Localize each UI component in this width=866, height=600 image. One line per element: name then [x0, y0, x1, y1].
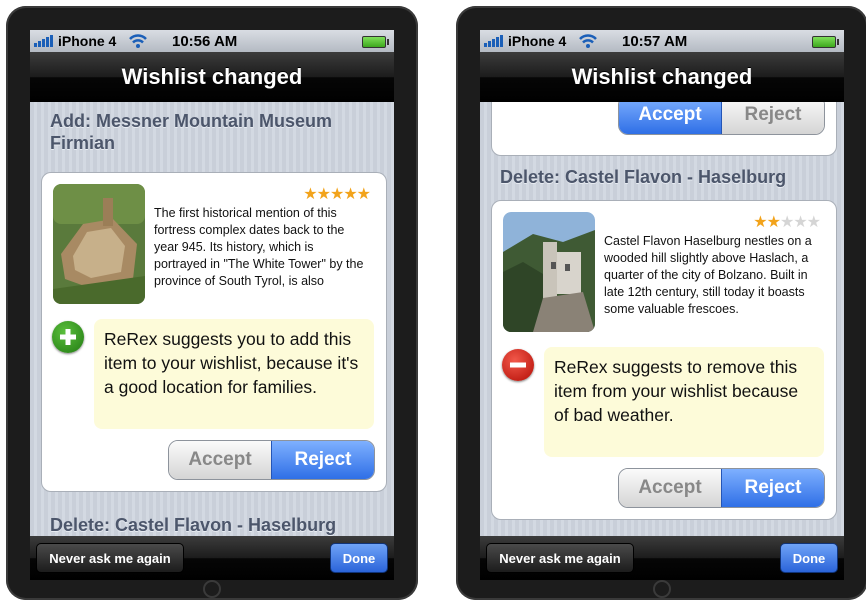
reject-button[interactable]: Reject	[721, 469, 824, 507]
wifi-icon	[578, 33, 598, 49]
star-icon: ★	[343, 186, 357, 203]
done-button[interactable]: Done	[330, 543, 388, 573]
item-description: The first historical mention of this for…	[154, 206, 364, 288]
iphone-device-right: iPhone 4 10:57 AM Wishlist changed Accep…	[456, 6, 866, 600]
accept-reject-control: Accept Reject	[618, 468, 825, 508]
suggestion-text: ReRex suggests to remove this item from …	[544, 347, 824, 457]
star-icon: ★	[779, 214, 794, 231]
star-icon: ★	[356, 186, 371, 203]
done-button[interactable]: Done	[780, 543, 838, 573]
accept-reject-control: Accept Reject	[168, 440, 375, 480]
castle-photo	[503, 212, 595, 332]
wifi-icon	[128, 33, 148, 49]
status-time: 10:57 AM	[622, 33, 688, 50]
iphone-device-left: iPhone 4 10:56 AM Wishlist changed Add: …	[6, 6, 418, 600]
star-icon: ★	[329, 186, 344, 203]
museum-photo	[53, 184, 145, 304]
add-icon	[52, 321, 84, 353]
navigation-bar: Wishlist changed	[480, 52, 844, 102]
never-ask-again-button[interactable]: Never ask me again	[36, 543, 184, 573]
star-icon: ★	[753, 214, 767, 231]
section-header-add: Add: Messner Mountain Museum Firmian	[50, 111, 333, 153]
signal-strength-icon	[484, 35, 504, 47]
phone-screen: iPhone 4 10:57 AM Wishlist changed Accep…	[480, 30, 844, 580]
never-ask-again-button[interactable]: Never ask me again	[486, 543, 634, 573]
item-card-delete: ★★★★★ Castel Flavon Haselburg nestles on…	[491, 200, 837, 520]
accept-button[interactable]: Accept	[619, 102, 722, 134]
nav-title: Wishlist changed	[571, 64, 753, 89]
star-icon: ★	[766, 214, 781, 231]
item-card-add: ★★★★★ The first historical mention of th…	[41, 172, 387, 492]
rating-stars: ★★★★★	[303, 186, 371, 203]
section-header-delete: Delete: Castel Flavon - Haselburg	[500, 167, 787, 187]
wishlist-content[interactable]: Accept Reject Delete: Castel Flavon - Ha…	[480, 102, 844, 536]
star-icon: ★	[316, 186, 331, 203]
status-bar: iPhone 4 10:57 AM	[480, 30, 844, 52]
bottom-toolbar: Never ask me again Done	[480, 536, 844, 580]
home-button[interactable]	[653, 580, 671, 598]
battery-icon	[362, 36, 389, 48]
signal-strength-icon	[34, 35, 54, 47]
bottom-toolbar: Never ask me again Done	[30, 536, 394, 580]
nav-title: Wishlist changed	[121, 64, 303, 89]
status-bar: iPhone 4 10:56 AM	[30, 30, 394, 52]
accept-button[interactable]: Accept	[169, 441, 271, 479]
rating-stars: ★★★★★	[753, 214, 821, 231]
navigation-bar: Wishlist changed	[30, 52, 394, 102]
carrier-name: iPhone 4	[508, 33, 567, 49]
home-button[interactable]	[203, 580, 221, 598]
item-description: Castel Flavon Haselburg nestles on a woo…	[604, 234, 812, 316]
reject-button[interactable]: Reject	[271, 441, 374, 479]
carrier-name: iPhone 4	[58, 33, 117, 49]
star-icon: ★	[806, 214, 821, 231]
suggestion-text: ReRex suggests you to add this item to y…	[94, 319, 374, 429]
wishlist-content[interactable]: Add: Messner Mountain Museum Firmian ★★★…	[30, 102, 394, 536]
item-card-previous: Accept Reject	[491, 102, 837, 156]
accept-button[interactable]: Accept	[619, 469, 721, 507]
star-icon: ★	[793, 214, 807, 231]
star-icon: ★	[303, 186, 317, 203]
battery-icon	[812, 36, 839, 48]
phone-screen: iPhone 4 10:56 AM Wishlist changed Add: …	[30, 30, 394, 580]
status-time: 10:56 AM	[172, 33, 238, 50]
reject-button[interactable]: Reject	[722, 102, 824, 134]
accept-reject-control: Accept Reject	[618, 102, 825, 135]
remove-icon	[502, 349, 534, 381]
section-header-delete: Delete: Castel Flavon - Haselburg	[50, 515, 337, 535]
